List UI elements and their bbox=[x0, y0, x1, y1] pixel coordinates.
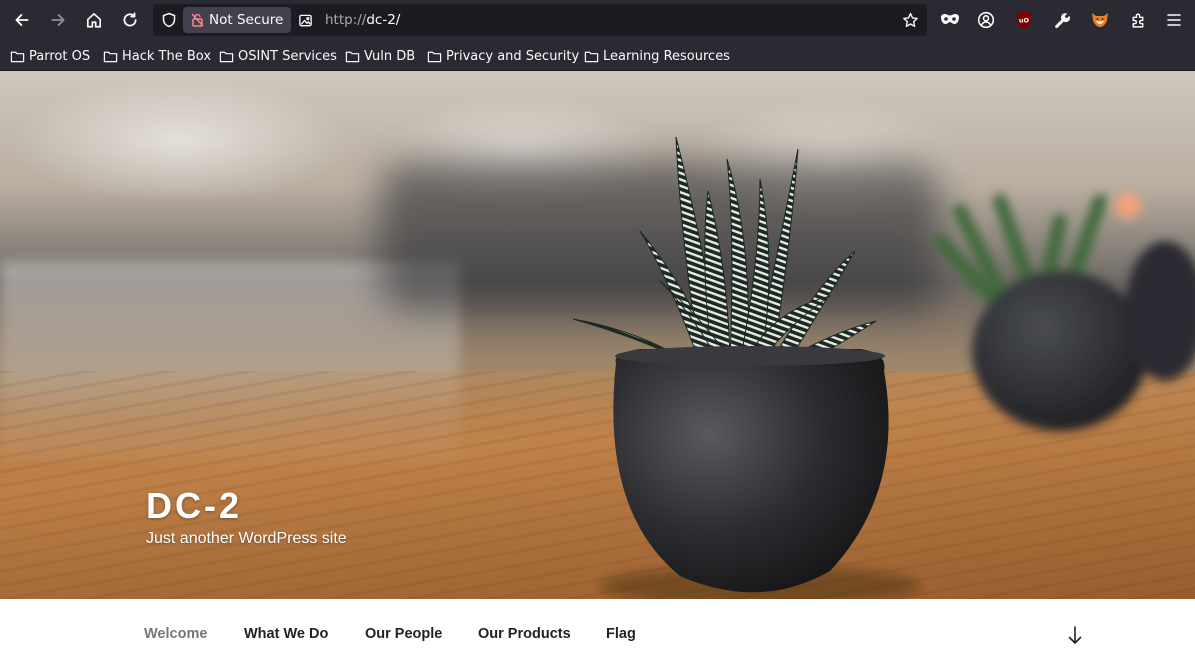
url-text[interactable]: http://dc-2/ bbox=[325, 4, 400, 36]
extensions-puzzle-icon[interactable] bbox=[1126, 8, 1150, 32]
url-host: dc-2/ bbox=[366, 12, 401, 28]
header-hero-image: DC-2 Just another WordPress site bbox=[0, 71, 1195, 599]
account-icon[interactable] bbox=[974, 8, 998, 32]
browser-toolbar: Not Secure http://dc-2/ uO bbox=[0, 0, 1195, 40]
bookmark-folder-hack-the-box[interactable]: Hack The Box bbox=[103, 45, 211, 67]
home-button[interactable] bbox=[80, 6, 108, 34]
home-icon bbox=[86, 12, 102, 28]
bookmark-label: Hack The Box bbox=[122, 48, 212, 64]
bookmark-label: Vuln DB bbox=[364, 48, 416, 64]
ublock-origin-icon[interactable]: uO bbox=[1012, 8, 1036, 32]
ublock-badge: uO bbox=[1019, 17, 1030, 25]
site-title[interactable]: DC-2 bbox=[146, 485, 242, 527]
nav-item-our-products[interactable]: Our Products bbox=[478, 626, 571, 642]
folder-icon bbox=[10, 51, 25, 62]
reload-button[interactable] bbox=[116, 6, 144, 34]
bookmark-folder-parrot-os[interactable]: Parrot OS bbox=[10, 45, 90, 67]
site-navigation: Welcome What We Do Our People Our Produc… bbox=[0, 599, 1195, 667]
foxyproxy-fox-icon[interactable] bbox=[1088, 8, 1112, 32]
broken-lock-icon bbox=[191, 13, 204, 27]
folder-icon bbox=[103, 51, 118, 62]
folder-icon bbox=[584, 51, 599, 62]
bookmark-label: Privacy and Security bbox=[446, 48, 580, 64]
bookmark-folder-vuln-db[interactable]: Vuln DB bbox=[345, 45, 415, 67]
url-protocol: http:// bbox=[325, 12, 367, 28]
private-mask-icon[interactable] bbox=[938, 8, 962, 32]
reload-icon bbox=[123, 12, 137, 27]
arrow-down-icon bbox=[1068, 626, 1082, 644]
hamburger-menu-icon[interactable] bbox=[1162, 8, 1186, 32]
forward-button[interactable] bbox=[44, 6, 72, 34]
bookmarks-toolbar: Parrot OS Hack The Box OSINT Services Vu… bbox=[0, 40, 1195, 71]
bookmark-folder-privacy-and-security[interactable]: Privacy and Security bbox=[427, 45, 579, 67]
not-secure-label: Not Secure bbox=[209, 12, 284, 28]
not-secure-indicator[interactable]: Not Secure bbox=[183, 7, 291, 33]
bookmark-label: Learning Resources bbox=[603, 48, 730, 64]
bookmark-folder-osint-services[interactable]: OSINT Services bbox=[219, 45, 337, 67]
arrow-left-icon bbox=[15, 14, 29, 26]
nav-item-welcome[interactable]: Welcome bbox=[144, 626, 207, 642]
bookmark-star-icon[interactable] bbox=[899, 9, 921, 31]
url-bar[interactable]: Not Secure http://dc-2/ bbox=[153, 4, 927, 36]
bookmark-folder-learning-resources[interactable]: Learning Resources bbox=[584, 45, 730, 67]
nav-item-flag[interactable]: Flag bbox=[606, 626, 636, 642]
bookmark-label: Parrot OS bbox=[29, 48, 91, 64]
arrow-right-icon bbox=[51, 14, 65, 26]
wrench-tool-icon[interactable] bbox=[1050, 8, 1074, 32]
folder-icon bbox=[345, 51, 360, 62]
folder-icon bbox=[219, 51, 234, 62]
back-button[interactable] bbox=[8, 6, 36, 34]
nav-item-what-we-do[interactable]: What We Do bbox=[244, 626, 328, 642]
nav-item-our-people[interactable]: Our People bbox=[365, 626, 442, 642]
image-permission-icon[interactable] bbox=[295, 10, 315, 30]
folder-icon bbox=[427, 51, 442, 62]
tracking-protection-icon[interactable] bbox=[157, 8, 181, 32]
site-tagline: Just another WordPress site bbox=[146, 530, 347, 547]
scroll-down-button[interactable] bbox=[1064, 624, 1086, 646]
bookmark-label: OSINT Services bbox=[238, 48, 337, 64]
